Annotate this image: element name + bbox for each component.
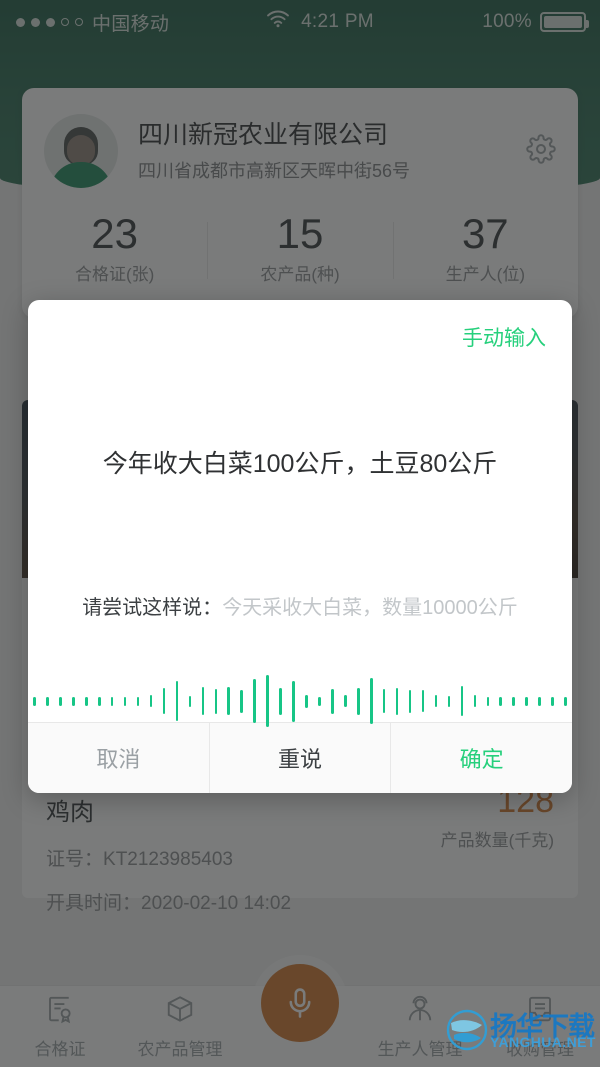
- audio-waveform: [28, 666, 572, 736]
- waveform-bar: [357, 687, 360, 715]
- hint-example-label: 今天采收大白菜，数量10000公斤: [222, 597, 518, 619]
- dialog-header: 手动输入: [28, 300, 572, 352]
- waveform-bar: [253, 679, 256, 723]
- waveform-bar: [331, 688, 334, 714]
- speech-hint: 请尝试这样说：今天采收大白菜，数量10000公斤: [28, 591, 572, 620]
- waveform-bar: [344, 695, 347, 707]
- recognized-text: 今年收大白菜100公斤，土豆80公斤: [102, 450, 498, 478]
- waveform-bar: [551, 696, 554, 706]
- waveform-bar: [240, 689, 243, 713]
- waveform-bar: [369, 678, 373, 724]
- waveform-bar: [499, 696, 503, 706]
- waveform-bar: [473, 695, 477, 707]
- waveform-bar: [538, 696, 541, 706]
- waveform-bar: [447, 695, 451, 707]
- waveform-bar: [434, 695, 438, 707]
- waveform-bar: [162, 688, 166, 714]
- waveform-bar: [421, 690, 425, 712]
- waveform-bar: [33, 696, 36, 706]
- waveform-bar: [279, 687, 282, 715]
- waveform-bar: [486, 696, 490, 706]
- waveform-bar: [175, 681, 179, 721]
- app-screen: 中国移动 4:21 PM 100%: [0, 0, 600, 1067]
- waveform-bar: [305, 694, 308, 708]
- waveform-bar: [395, 687, 399, 715]
- waveform-bar: [318, 696, 321, 706]
- waveform-bar: [110, 696, 114, 706]
- waveform-bar: [564, 696, 567, 706]
- waveform-bar: [512, 696, 516, 706]
- waveform-bar: [97, 696, 101, 706]
- site-watermark: 扬华下载 YANGHUA.NET: [446, 1003, 596, 1059]
- waveform-bar: [382, 689, 386, 713]
- hint-lead-label: 请尝试这样说：: [82, 597, 223, 619]
- waveform-bar: [123, 696, 127, 706]
- waveform-bar: [214, 688, 218, 714]
- waveform-bar: [84, 696, 88, 706]
- waveform-bar: [136, 696, 140, 706]
- waveform-bar: [46, 696, 49, 706]
- waveform-bar: [149, 695, 153, 707]
- waveform-bar: [460, 686, 464, 716]
- waveform-bar: [72, 696, 75, 706]
- waveform-bar: [59, 696, 62, 706]
- manual-input-link[interactable]: 手动输入: [462, 322, 546, 352]
- dialog-body: 今年收大白菜100公斤，土豆80公斤 请尝试这样说：今天采收大白菜，数量1000…: [28, 352, 572, 727]
- watermark-subtitle: YANGHUA.NET: [490, 1034, 596, 1050]
- waveform-bar: [188, 695, 192, 707]
- waveform-bar: [266, 675, 269, 727]
- waveform-bar: [408, 689, 412, 713]
- waveform-bar: [525, 696, 528, 706]
- waveform-bar: [201, 687, 205, 715]
- waveform-bar: [292, 680, 295, 722]
- voice-input-dialog: 手动输入 今年收大白菜100公斤，土豆80公斤 请尝试这样说：今天采收大白菜，数…: [28, 300, 572, 793]
- waveform-bar: [227, 687, 231, 715]
